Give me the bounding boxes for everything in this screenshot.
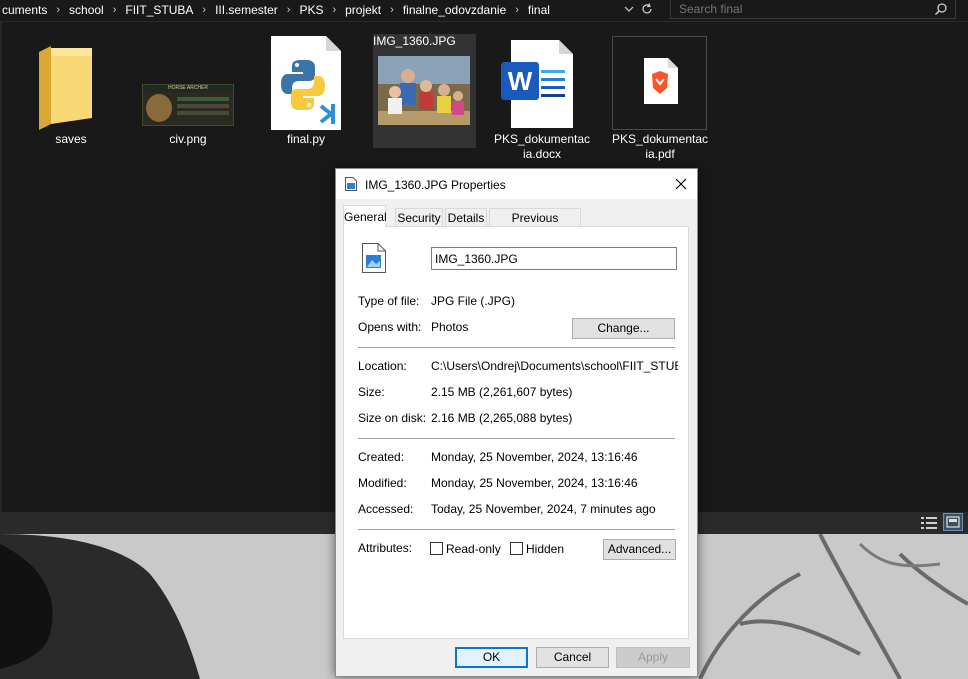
search-input[interactable] — [670, 0, 956, 19]
word-file-icon: W — [501, 40, 573, 132]
read-only-label[interactable]: Read-only — [446, 542, 501, 556]
hidden-label[interactable]: Hidden — [526, 542, 564, 556]
modified-value: Monday, 25 November, 2024, 13:16:46 — [431, 476, 638, 490]
python-file-icon — [271, 36, 341, 134]
breadcrumb-item-school[interactable]: school — [67, 3, 106, 17]
type-value: JPG File (.JPG) — [431, 294, 516, 308]
close-icon — [675, 178, 687, 190]
created-value: Monday, 25 November, 2024, 13:16:46 — [431, 450, 638, 464]
location-label: Location: — [358, 359, 407, 373]
dialog-titlebar[interactable]: IMG_1360.JPG Properties — [336, 169, 697, 199]
size-value: 2.15 MB (2,261,607 bytes) — [431, 385, 573, 399]
accessed-value: Today, 25 November, 2024, 7 minutes ago — [431, 502, 656, 516]
type-label: Type of file: — [358, 294, 420, 308]
ok-button[interactable]: OK — [455, 647, 528, 668]
image-thumbnail: HORSE ARCHER — [142, 84, 234, 126]
large-icons-view-icon[interactable] — [943, 513, 963, 531]
brave-pdf-icon — [642, 58, 678, 108]
chevron-right-icon[interactable]: › — [383, 4, 401, 16]
file-name: civ.png — [169, 132, 207, 146]
size-on-disk-label: Size on disk: — [358, 411, 427, 425]
attributes-label: Attributes: — [358, 541, 413, 555]
chevron-right-icon[interactable]: › — [106, 4, 124, 16]
file-item-civ-png[interactable]: HORSE ARCHER civ.png — [140, 40, 236, 150]
tab-general[interactable]: General — [343, 205, 387, 227]
filename-field[interactable] — [431, 247, 677, 270]
file-name-line-1: PKS_dokumentac — [611, 132, 709, 146]
breadcrumb-item-semester[interactable]: III.semester — [213, 3, 280, 17]
photo-thumbnail — [378, 56, 470, 125]
navigation-pane-edge — [0, 22, 2, 512]
file-name: IMG_1360.JPG — [373, 34, 456, 48]
chevron-right-icon[interactable]: › — [49, 4, 67, 16]
file-name: saves — [55, 132, 87, 146]
unit-portrait — [146, 94, 172, 122]
opens-with-label: Opens with: — [358, 320, 422, 334]
address-controls — [624, 0, 654, 20]
file-item-saves[interactable]: saves — [25, 40, 117, 150]
refresh-icon[interactable] — [640, 2, 654, 19]
file-name: final.py — [286, 132, 326, 146]
tab-security[interactable]: Security — [395, 208, 443, 226]
chevron-down-icon[interactable] — [624, 3, 634, 17]
location-value: C:\Users\Ondrej\Documents\school\FIIT_ST… — [431, 359, 678, 373]
change-button[interactable]: Change... — [572, 318, 675, 339]
chevron-right-icon[interactable]: › — [195, 4, 213, 16]
jpg-file-large-icon — [362, 243, 386, 276]
size-on-disk-value: 2.16 MB (2,265,088 bytes) — [431, 411, 573, 425]
read-only-checkbox[interactable] — [430, 542, 443, 555]
breadcrumb-item-finalne-odovzdanie[interactable]: finalne_odovzdanie — [401, 3, 508, 17]
thumbnail-title: HORSE ARCHER — [143, 85, 233, 92]
folder-icon — [37, 44, 94, 134]
cancel-button[interactable]: Cancel — [536, 647, 609, 668]
file-name-line-2: ia.docx — [522, 147, 562, 161]
created-label: Created: — [358, 450, 405, 464]
breadcrumb-item-final[interactable]: final — [526, 3, 552, 17]
hidden-checkbox[interactable] — [510, 542, 523, 555]
modified-label: Modified: — [358, 476, 407, 490]
breadcrumb-item-projekt[interactable]: projekt — [343, 3, 383, 17]
divider — [358, 347, 675, 348]
search-icon[interactable] — [934, 2, 948, 19]
advanced-button[interactable]: Advanced... — [603, 539, 676, 560]
jpg-file-icon — [345, 177, 357, 194]
opens-with-value: Photos — [431, 320, 469, 334]
general-tab-panel: Type of file: JPG File (.JPG) Opens with… — [343, 226, 689, 639]
close-button[interactable] — [668, 174, 694, 194]
breadcrumb-item-fiit-stuba[interactable]: FIIT_STUBA — [123, 3, 195, 17]
breadcrumb-item-documents[interactable]: cuments — [0, 3, 49, 17]
tab-details[interactable]: Details — [445, 208, 487, 226]
apply-button[interactable]: Apply — [616, 647, 690, 668]
address-bar[interactable]: cuments › school › FIIT_STUBA › III.seme… — [0, 0, 968, 22]
file-item-pks-dokumentacia-pdf[interactable]: PKS_dokumentac ia.pdf — [610, 40, 710, 162]
file-name-line-2: ia.pdf — [645, 147, 675, 161]
size-label: Size: — [358, 385, 385, 399]
chevron-right-icon[interactable]: › — [280, 4, 298, 16]
svg-text:W: W — [508, 66, 533, 96]
file-item-img-1360-jpg[interactable]: IMG_1360.JPG — [373, 34, 476, 148]
file-item-pks-dokumentacia-docx[interactable]: W PKS_dokumentac ia.docx — [492, 40, 592, 162]
accessed-label: Accessed: — [358, 502, 414, 516]
breadcrumb: cuments › school › FIIT_STUBA › III.seme… — [0, 0, 552, 20]
file-item-final-py[interactable]: final.py — [258, 36, 354, 150]
chevron-right-icon[interactable]: › — [508, 4, 526, 16]
divider — [358, 438, 675, 439]
file-name-line-1: PKS_dokumentac — [493, 132, 591, 146]
properties-dialog: IMG_1360.JPG Properties General Security… — [335, 168, 698, 677]
details-view-icon[interactable] — [921, 516, 937, 533]
divider — [358, 529, 675, 530]
dialog-title: IMG_1360.JPG Properties — [365, 178, 506, 192]
breadcrumb-item-pks[interactable]: PKS — [297, 3, 325, 17]
chevron-right-icon[interactable]: › — [325, 4, 343, 16]
tab-previous-versions[interactable]: Previous Versions — [489, 208, 581, 243]
